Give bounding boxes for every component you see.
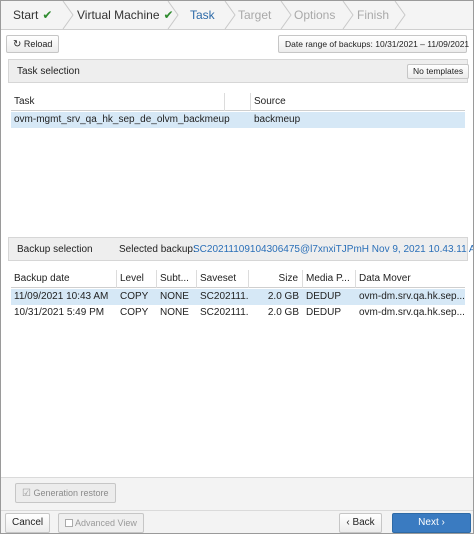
step-separator-icon [342, 1, 354, 29]
data-mover-cell: ovm-dm.srv.qa.hk.sep... [359, 307, 465, 318]
date-range-label: Date range of backups: 10/31/2021 – 11/0… [285, 39, 470, 49]
step-options-label: Options [294, 8, 336, 22]
column-size[interactable]: Size [249, 270, 303, 288]
no-templates-button[interactable]: No templates [407, 64, 470, 79]
wizard-navigation: Cancel Advanced View ‹ Back Next › [1, 510, 473, 533]
step-start-label: Start [13, 8, 39, 22]
step-task-label: Task [190, 8, 215, 22]
step-separator-icon [167, 1, 179, 29]
wizard-window: Start ✔ Virtual Machine ✔ Task Target Opti… [0, 0, 474, 534]
level-cell: COPY [120, 307, 149, 318]
step-target: Target [238, 1, 271, 29]
table-row[interactable]: ovm-mgmt_srv_qa_hk_sep_de_olvm_backmeup … [11, 112, 465, 128]
media-pool-cell: DEDUP [306, 307, 342, 318]
column-task[interactable]: Task [11, 93, 225, 111]
task-selection-header: Task selection No templates [8, 59, 470, 83]
step-finish: Finish [357, 1, 389, 29]
step-separator-icon [224, 1, 236, 29]
no-templates-label: No templates [413, 66, 464, 76]
step-start[interactable]: Start ✔ [13, 1, 52, 29]
backup-selection-title: Backup selection [17, 244, 93, 255]
generation-restore-label: Generation restore [33, 488, 109, 498]
task-cell: ovm-mgmt_srv_qa_hk_sep_de_olvm_backmeup [14, 114, 230, 125]
backup-date-cell: 11/09/2021 10:43 AM [14, 291, 109, 302]
table-row[interactable]: 11/09/2021 10:43 AM COPY NONE SC202111..… [11, 289, 465, 305]
cancel-button[interactable]: Cancel [5, 513, 51, 533]
subtype-cell: NONE [160, 307, 189, 318]
step-virtual-machine-label: Virtual Machine [77, 8, 160, 22]
next-label: Next [418, 517, 439, 528]
backup-grid: Backup date Level Subt... Saveset Size M… [11, 270, 465, 470]
task-grid: Task Source ovm-mgmt_srv_qa_hk_sep_de_ol… [11, 93, 465, 233]
step-virtual-machine[interactable]: Virtual Machine ✔ [77, 1, 174, 29]
chevron-right-icon: › [441, 517, 445, 528]
step-separator-icon [280, 1, 292, 29]
size-cell: 2.0 GB [267, 307, 299, 318]
table-row[interactable]: 10/31/2021 5:49 PM COPY NONE SC202111...… [11, 305, 465, 321]
cancel-label: Cancel [12, 517, 44, 528]
generation-restore-icon: ☑ [22, 488, 31, 499]
step-separator-icon [62, 1, 74, 29]
check-icon: ✔ [42, 8, 53, 22]
wizard-steps: Start ✔ Virtual Machine ✔ Task Target Opti… [1, 1, 473, 30]
advanced-view-button[interactable]: Advanced View [58, 513, 144, 533]
task-selection-title: Task selection [17, 66, 80, 77]
size-cell: 2.0 GB [267, 291, 299, 302]
date-range-button[interactable]: Date range of backups: 10/31/2021 – 11/0… [278, 35, 470, 53]
column-spacer [225, 93, 251, 111]
column-level[interactable]: Level [117, 270, 157, 288]
restore-toolbar: ☑ Generation restore [1, 477, 473, 510]
backup-grid-header: Backup date Level Subt... Saveset Size M… [11, 270, 465, 288]
backup-selection-header: Backup selection Selected backup: SC2021… [8, 237, 473, 261]
generation-restore-button[interactable]: ☑ Generation restore [15, 483, 116, 503]
column-subtype[interactable]: Subt... [157, 270, 197, 288]
step-finish-label: Finish [357, 8, 390, 22]
backup-date-cell: 10/31/2021 5:49 PM [14, 307, 105, 318]
column-data-mover[interactable]: Data Mover [356, 270, 465, 288]
advanced-view-label: Advanced View [75, 518, 137, 528]
selected-backup-value: SC20211109104306475@l7xnxiTJPmH Nov 9, 2… [193, 244, 474, 255]
step-task[interactable]: Task [190, 1, 215, 29]
checkbox-icon [65, 519, 73, 527]
column-media-pool[interactable]: Media P... [303, 270, 356, 288]
column-saveset[interactable]: Saveset [197, 270, 249, 288]
reload-label: Reload [23, 39, 53, 49]
data-mover-cell: ovm-dm.srv.qa.hk.sep... [359, 291, 465, 302]
selected-backup-label: Selected backup: [119, 244, 196, 255]
media-pool-cell: DEDUP [306, 291, 342, 302]
task-grid-header: Task Source [11, 93, 465, 111]
chevron-left-icon: ‹ [346, 517, 350, 528]
reload-icon: ↻ [13, 39, 22, 50]
step-separator-icon [394, 1, 406, 29]
subtype-cell: NONE [160, 291, 189, 302]
column-source[interactable]: Source [251, 93, 465, 111]
back-label: Back [352, 517, 375, 528]
next-button[interactable]: Next › [392, 513, 471, 533]
step-options: Options [294, 1, 335, 29]
saveset-cell: SC202111... [200, 307, 249, 318]
source-cell: backmeup [254, 114, 301, 125]
back-button[interactable]: ‹ Back [339, 513, 382, 533]
reload-button[interactable]: ↻ Reload [6, 35, 60, 53]
step-target-label: Target [238, 8, 272, 22]
level-cell: COPY [120, 291, 149, 302]
column-backup-date[interactable]: Backup date [11, 270, 117, 288]
saveset-cell: SC202111... [200, 291, 249, 302]
